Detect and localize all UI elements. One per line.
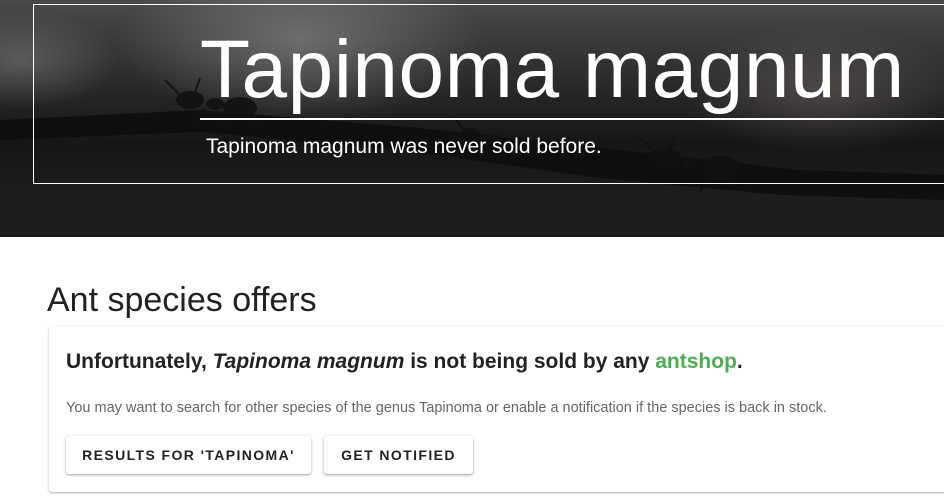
results-for-genus-button[interactable]: Results for 'Tapinoma' bbox=[66, 436, 311, 474]
heading-suffix: . bbox=[736, 350, 743, 373]
suggestion-text: You may want to search for other species… bbox=[66, 400, 827, 416]
antshop-link[interactable]: antshop bbox=[655, 350, 737, 373]
get-notified-button[interactable]: Get notified bbox=[324, 436, 473, 474]
hero-banner: Tapinoma magnum Tapinoma magnum was neve… bbox=[0, 0, 944, 237]
heading-prefix: Unfortunately, bbox=[66, 350, 213, 373]
species-name: Tapinoma magnum bbox=[212, 350, 405, 373]
heading-middle: is not being sold by any bbox=[404, 350, 656, 373]
title-underline bbox=[200, 118, 944, 120]
not-sold-heading: Unfortunately, Tapinoma magnum is not be… bbox=[66, 348, 743, 376]
page-title: Tapinoma magnum bbox=[200, 24, 905, 115]
page-subtitle: Tapinoma magnum was never sold before. bbox=[206, 135, 602, 158]
section-title: Ant species offers bbox=[47, 281, 317, 319]
offers-card: Unfortunately, Tapinoma magnum is not be… bbox=[49, 327, 944, 492]
